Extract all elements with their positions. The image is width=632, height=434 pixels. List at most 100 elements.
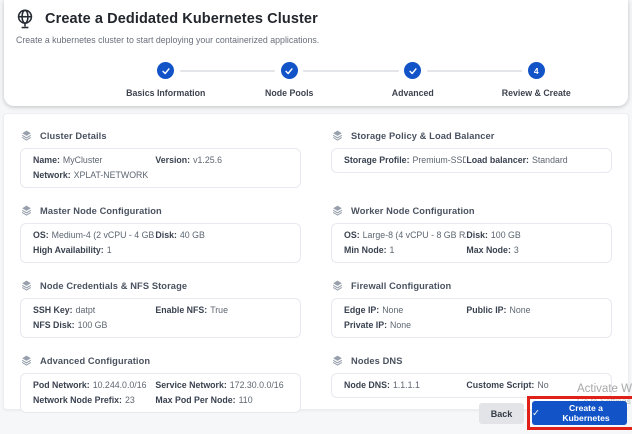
- step-completed-icon: [280, 62, 298, 79]
- field-key: Node DNS:: [344, 380, 390, 390]
- layers-icon: [331, 129, 344, 142]
- field-key: High Availability:: [33, 245, 104, 255]
- section-advanced-config: Advanced Configuration Pod Network: 10.24…: [20, 354, 301, 413]
- create-kubernetes-button-label: Create a Kubernetes: [562, 403, 610, 423]
- layers-icon: [20, 354, 33, 367]
- step-completed-icon: [157, 62, 175, 79]
- field-key: Min Node:: [344, 245, 387, 255]
- field-value: True: [210, 305, 228, 315]
- field-value: MyCluster: [62, 155, 103, 165]
- field-value: v1.25.6: [193, 155, 222, 165]
- section-title: Nodes DNS: [351, 355, 403, 366]
- step-advanced[interactable]: Advanced: [303, 62, 475, 98]
- section-title: Storage Policy & Load Balancer: [351, 130, 495, 141]
- step-label: Basics Information: [126, 88, 206, 98]
- field-key: Max Node:: [466, 245, 511, 255]
- field-value: None: [382, 305, 404, 315]
- field-key: Network:: [33, 170, 71, 180]
- section-title: Advanced Configuration: [40, 355, 151, 366]
- back-button[interactable]: Back: [479, 403, 524, 424]
- page-subtitle: Create a kubernetes cluster to start dep…: [16, 35, 320, 45]
- field-value: 3: [513, 245, 519, 255]
- field-key: SSH Key:: [33, 305, 73, 315]
- page-title: Create a Dedidated Kubernetes Cluster: [45, 11, 318, 27]
- field-value: datpt: [75, 305, 96, 315]
- field-value: 10.244.0.0/16: [92, 380, 147, 390]
- section-values-box: Edge IP: None Public IP: None Private IP: N…: [331, 298, 612, 338]
- wizard-stepper: Basics Information Node Pools Advanced 4…: [104, 62, 598, 98]
- layers-icon: [20, 279, 33, 292]
- field-value: Premium-SSD-4000: [412, 155, 467, 165]
- step-label: Node Pools: [265, 88, 314, 98]
- section-values-box: SSH Key: datpt Enable NFS: True NFS Disk: 1…: [20, 298, 301, 338]
- section-title: Cluster Details: [40, 130, 107, 141]
- watermark-line1: Activate Wi: [577, 383, 632, 395]
- section-node-credentials: Node Credentials & NFS Storage SSH Key: d…: [20, 279, 301, 338]
- field-key: Load balancer:: [466, 155, 529, 165]
- step-label: Advanced: [391, 88, 434, 98]
- field-key: OS:: [344, 230, 360, 240]
- field-key: Version:: [155, 155, 191, 165]
- field-value: 1: [389, 245, 395, 255]
- field-key: Disk:: [155, 230, 177, 240]
- field-value: None: [390, 320, 412, 330]
- field-value: None: [509, 305, 531, 315]
- field-key: Public IP:: [466, 305, 507, 315]
- layers-icon: [331, 354, 344, 367]
- step-number-badge: 4: [527, 62, 545, 79]
- field-key: Pod Network:: [33, 380, 90, 390]
- step-basics-information[interactable]: Basics Information: [104, 62, 228, 98]
- field-value: 23: [124, 395, 135, 405]
- check-icon: ✓: [532, 407, 540, 419]
- field-value: 172.30.0.0/16: [229, 380, 284, 390]
- section-title: Worker Node Configuration: [351, 205, 475, 216]
- section-worker-node: Worker Node Configuration OS: Large-8 (4 …: [331, 204, 612, 263]
- field-value: Large-8 (4 vCPU - 8 GB RAM): [362, 230, 467, 240]
- layers-icon: [20, 204, 33, 217]
- field-value: 100 GB: [77, 320, 108, 330]
- review-summary-card: Cluster Details Name: MyCluster Version: v…: [3, 113, 629, 413]
- layers-icon: [331, 279, 344, 292]
- step-label: Review & Create: [501, 88, 571, 98]
- field-value: XPLAT-NETWORK: [73, 170, 149, 180]
- section-values-box: Pod Network: 10.244.0.0/16 Service Networ…: [20, 373, 301, 413]
- field-value: 110: [238, 395, 253, 405]
- field-key: Name:: [33, 155, 60, 165]
- field-key: Custome Script:: [466, 380, 535, 390]
- field-value: 40 GB: [179, 230, 205, 240]
- field-key: Private IP:: [344, 320, 388, 330]
- create-kubernetes-button[interactable]: ✓ Create a Kubernetes: [532, 401, 627, 425]
- field-value: Medium-4 (2 vCPU - 4 GB RAM): [51, 230, 156, 240]
- globe-icon: [14, 8, 36, 30]
- page-header: Create a Dedidated Kubernetes Cluster Cr…: [4, 0, 628, 45]
- field-key: Storage Profile:: [344, 155, 410, 165]
- section-values-box: Name: MyCluster Version: v1.25.6 Network: X…: [20, 148, 301, 188]
- field-value: 1: [106, 245, 112, 255]
- step-review-create[interactable]: 4 Review & Create: [426, 62, 599, 98]
- field-value: 100 GB: [490, 230, 521, 240]
- section-title: Firewall Configuration: [351, 280, 452, 291]
- field-key: NFS Disk:: [33, 320, 75, 330]
- section-values-box: Storage Profile:Premium-SSD-4000 Load ba…: [331, 148, 612, 173]
- section-master-node: Master Node Configuration OS: Medium-4 (2…: [20, 204, 301, 263]
- step-node-pools[interactable]: Node Pools: [179, 62, 352, 98]
- field-value: 1.1.1.1: [392, 380, 420, 390]
- field-key: Enable NFS:: [155, 305, 208, 315]
- field-key: Max Pod Per Node:: [155, 395, 236, 405]
- field-value: Standard: [531, 155, 568, 165]
- field-key: OS:: [33, 230, 49, 240]
- field-key: Disk:: [466, 230, 488, 240]
- layers-icon: [20, 129, 33, 142]
- section-firewall: Firewall Configuration Edge IP: None Publ…: [331, 279, 612, 338]
- field-key: Service Network:: [155, 380, 227, 390]
- section-storage-policy: Storage Policy & Load Balancer Storage P…: [331, 129, 612, 188]
- step-completed-icon: [404, 62, 422, 79]
- header-card: Create a Dedidated Kubernetes Cluster Cr…: [4, 0, 628, 106]
- section-values-box: OS:Large-8 (4 vCPU - 8 GB RAM) Disk:100 …: [331, 223, 612, 263]
- section-values-box: Node DNS: 1.1.1.1 Custome Script: No: [331, 373, 612, 398]
- field-key: Edge IP:: [344, 305, 380, 315]
- field-key: Network Node Prefix:: [33, 395, 122, 405]
- section-values-box: OS:Medium-4 (2 vCPU - 4 GB RAM) Disk:40 …: [20, 223, 301, 263]
- section-title: Node Credentials & NFS Storage: [40, 280, 188, 291]
- section-title: Master Node Configuration: [40, 205, 162, 216]
